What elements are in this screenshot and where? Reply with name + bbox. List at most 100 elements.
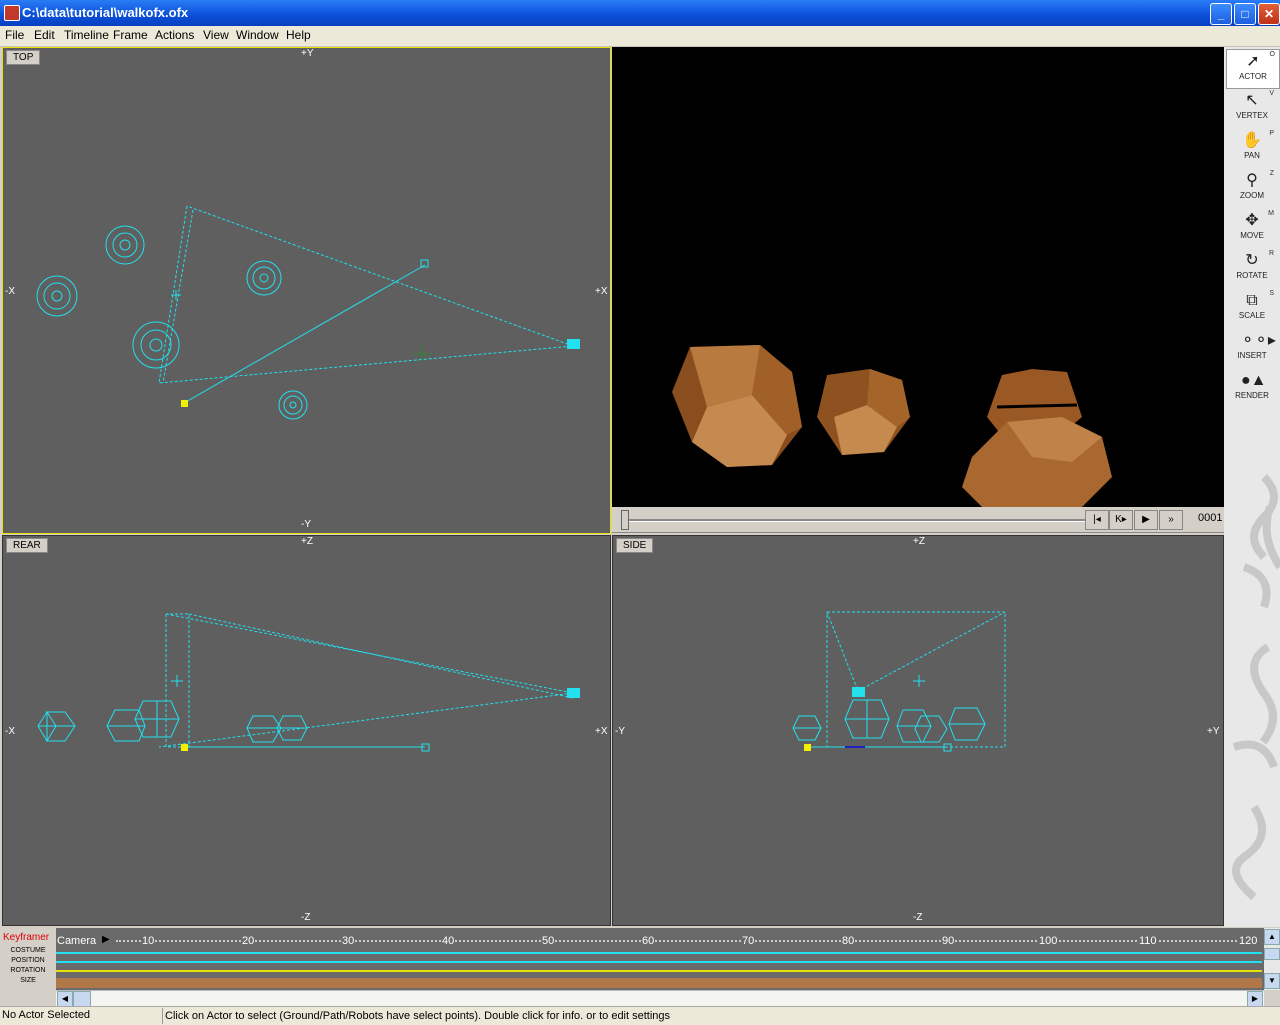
keyframer-horizontal-scrollbar[interactable]: ◀ ▶ <box>56 990 1264 1007</box>
frame-counter: 0001 <box>1198 512 1223 524</box>
scroll-thumb[interactable] <box>1264 948 1280 960</box>
scroll-down-button[interactable]: ▼ <box>1264 973 1280 989</box>
menu-bar: File Edit Timeline Frame Actions View Wi… <box>0 26 1280 47</box>
rendered-dodecahedrons <box>672 345 1112 507</box>
tool-insert[interactable]: ⚬⚬▸ INSERT <box>1226 329 1278 367</box>
axis-label: -Z <box>913 912 923 923</box>
keyframer-title: Keyframer <box>3 932 50 943</box>
rotation-track[interactable] <box>56 970 1262 972</box>
side-wireframe <box>792 611 1006 752</box>
costume-track[interactable] <box>56 952 1262 954</box>
top-wireframe <box>36 205 580 420</box>
tool-vertex[interactable]: V ↖ VERTEX <box>1226 89 1278 127</box>
menu-timeline[interactable]: Timeline <box>64 28 109 42</box>
tick-label: 80 <box>842 935 855 947</box>
axis-label: -X <box>5 286 15 297</box>
row-label-rotation: ROTATION <box>10 967 46 974</box>
rear-viewport[interactable]: REAR +Z -Z -X +X <box>2 535 611 926</box>
menu-edit[interactable]: Edit <box>34 28 55 42</box>
ruler-dots <box>116 940 1256 942</box>
axis-label: +Y <box>301 48 314 59</box>
menu-help[interactable]: Help <box>286 28 311 42</box>
axis-label: +Z <box>913 536 925 547</box>
rotate-icon: ↻ <box>1245 252 1259 269</box>
axis-label: +X <box>595 286 608 297</box>
tick-label: 50 <box>542 935 555 947</box>
arrow-icon: ➚ <box>1246 53 1260 70</box>
tool-actor[interactable]: O ➚ ACTOR <box>1226 49 1280 89</box>
current-frame-marker: ▶ <box>102 934 110 945</box>
app-icon <box>4 5 20 21</box>
menu-actions[interactable]: Actions <box>155 28 194 42</box>
keyframer-labels: Keyframer COSTUME POSITION ROTATION SIZE <box>0 928 56 990</box>
scroll-right-button[interactable]: ▶ <box>1247 991 1263 1007</box>
tick-label: 100 <box>1039 935 1058 947</box>
viewport-label-side[interactable]: SIDE <box>616 538 654 553</box>
rear-wireframe <box>37 613 580 752</box>
axis-label: -Y <box>301 519 311 530</box>
keyframe-tracks[interactable]: Camera ▶ 10 20 30 40 50 60 70 80 90 100 … <box>56 928 1264 990</box>
tool-render[interactable]: ●▲ RENDER <box>1226 369 1278 407</box>
title-bar: C:\data\tutorial\walkofx.ofx _ □ ✕ <box>0 0 1280 26</box>
scroll-up-button[interactable]: ▲ <box>1264 929 1280 945</box>
timeline-slider-thumb[interactable] <box>621 510 629 530</box>
scroll-thumb[interactable] <box>73 991 91 1007</box>
tool-rotate[interactable]: R ↻ ROTATE <box>1226 249 1278 287</box>
viewport-label-top[interactable]: TOP <box>6 50 41 65</box>
axis-label: +Y <box>1207 726 1220 737</box>
row-label-size: SIZE <box>20 977 36 984</box>
minimize-button[interactable]: _ <box>1210 3 1232 25</box>
tick-label: 60 <box>642 935 655 947</box>
top-viewport[interactable]: TOP +Y -Y -X +X <box>2 47 611 534</box>
axis-label: +Z <box>301 536 313 547</box>
play-button[interactable]: ▶ <box>1134 510 1158 530</box>
axis-label: -Y <box>615 726 625 737</box>
axis-label: +X <box>595 726 608 737</box>
maximize-button[interactable]: □ <box>1234 3 1256 25</box>
position-track[interactable] <box>56 961 1262 963</box>
keyframer-vertical-scrollbar[interactable]: ▲ ▼ <box>1264 928 1280 990</box>
menu-file[interactable]: File <box>5 28 24 42</box>
row-label-position: POSITION <box>11 957 45 964</box>
playback-bar: |◂ K▸ ▶ » 0001 <box>612 507 1224 533</box>
tick-label: 30 <box>342 935 355 947</box>
selection-status: No Actor Selected <box>2 1009 91 1021</box>
axis-label: -X <box>5 726 15 737</box>
menu-frame[interactable]: Frame <box>113 28 148 42</box>
tick-label: 70 <box>742 935 755 947</box>
size-track[interactable] <box>56 978 1262 988</box>
hand-icon: ✋ <box>1242 132 1262 149</box>
axis-label: -Z <box>301 912 311 923</box>
window-title: C:\data\tutorial\walkofx.ofx <box>22 5 189 20</box>
tick-label: 90 <box>942 935 955 947</box>
tick-label: 20 <box>242 935 255 947</box>
menu-view[interactable]: View <box>203 28 229 42</box>
tool-palette: O ➚ ACTOR V ↖ VERTEX P ✋ PAN Z ⚲ ZOOM M … <box>1224 47 1280 927</box>
tool-move[interactable]: M ✥ MOVE <box>1226 209 1278 247</box>
status-bar: No Actor Selected Click on Actor to sele… <box>0 1006 1280 1025</box>
menu-window[interactable]: Window <box>236 28 279 42</box>
tool-zoom[interactable]: Z ⚲ ZOOM <box>1226 169 1278 207</box>
hint-text: Click on Actor to select (Ground/Path/Ro… <box>162 1008 670 1024</box>
tool-pan[interactable]: P ✋ PAN <box>1226 129 1278 167</box>
tool-scale[interactable]: S ⧉ SCALE <box>1226 289 1278 327</box>
timeline-slider-track[interactable] <box>626 519 1086 522</box>
move-icon: ✥ <box>1245 212 1259 229</box>
tick-label: 120 <box>1239 935 1258 947</box>
render-view[interactable] <box>612 47 1224 507</box>
side-viewport[interactable]: SIDE +Z -Z -Y +Y <box>612 535 1224 926</box>
keyframer-panel: Keyframer COSTUME POSITION ROTATION SIZE… <box>0 928 1280 990</box>
timeline-ruler: Camera ▶ 10 20 30 40 50 60 70 80 90 100 … <box>56 934 1264 948</box>
close-button[interactable]: ✕ <box>1258 3 1280 25</box>
last-frame-button[interactable]: » <box>1159 510 1183 530</box>
row-label-costume: COSTUME <box>10 947 46 954</box>
scroll-left-button[interactable]: ◀ <box>57 991 73 1007</box>
vertex-arrow-icon: ↖ <box>1245 92 1259 109</box>
first-frame-button[interactable]: |◂ <box>1085 510 1109 530</box>
viewport-label-rear[interactable]: REAR <box>6 538 48 553</box>
tick-label: 10 <box>142 935 155 947</box>
insert-icon: ⚬⚬▸ <box>1241 332 1276 349</box>
scale-icon: ⧉ <box>1246 292 1258 309</box>
prev-key-button[interactable]: K▸ <box>1109 510 1133 530</box>
tick-label: 110 <box>1139 935 1157 947</box>
